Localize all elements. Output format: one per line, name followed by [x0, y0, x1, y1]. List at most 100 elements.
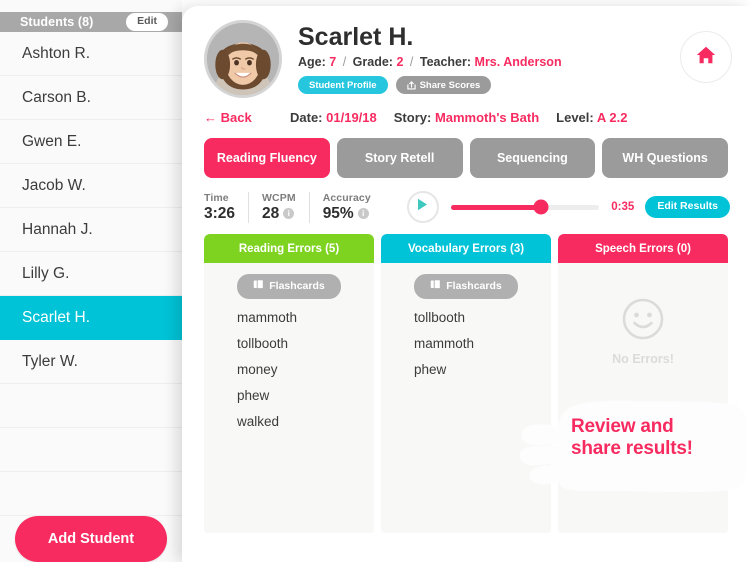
stats-and-player-row: Time 3:26 WCPM 28 i Accuracy 95% i 0:35 Edit Re…: [182, 178, 750, 223]
error-word[interactable]: mammoth: [414, 336, 551, 351]
home-button[interactable]: [680, 31, 732, 83]
error-word[interactable]: phew: [237, 388, 374, 403]
edit-students-button[interactable]: Edit: [126, 13, 168, 31]
add-student-button[interactable]: Add Student: [15, 516, 167, 562]
student-profile-label: Student Profile: [309, 79, 377, 91]
cards-icon: [430, 279, 441, 293]
student-meta: Age: 7 / Grade: 2 / Teacher: Mrs. Anders…: [298, 55, 730, 69]
date-label: Date:: [290, 110, 323, 125]
stat-value: 3:26: [204, 204, 236, 222]
stat-value-wrap: 95% i: [323, 205, 371, 223]
level-label: Level:: [556, 110, 594, 125]
student-list-item[interactable]: Ashton R.: [0, 32, 182, 76]
smiley-icon: [621, 297, 665, 346]
callout-text: Review and share results!: [571, 416, 747, 460]
student-list-item[interactable]: Lilly G.: [0, 252, 182, 296]
play-icon: [417, 198, 428, 216]
info-icon[interactable]: i: [283, 208, 295, 219]
seek-knob[interactable]: [533, 199, 549, 215]
error-column-header: Speech Errors (0): [558, 234, 728, 263]
callout-line-2: share results!: [571, 438, 693, 460]
no-errors-state: No Errors!: [612, 297, 674, 366]
grade-label: Grade:: [352, 55, 393, 70]
error-word[interactable]: tollbooth: [237, 336, 374, 351]
stat-group: Time 3:26 WCPM 28 i Accuracy 95% i: [204, 191, 397, 223]
edit-results-button[interactable]: Edit Results: [645, 196, 730, 218]
tab-story-retell[interactable]: Story Retell: [336, 138, 463, 178]
page-title: Scarlet H.: [298, 23, 414, 51]
student-profile-button[interactable]: Student Profile: [298, 76, 388, 95]
error-word[interactable]: walked: [237, 414, 374, 429]
error-word-list: tollbooth mammoth phew: [381, 310, 551, 388]
sidebar-header-title: Students (8): [20, 14, 94, 29]
stat-value: 28: [262, 204, 280, 222]
play-button[interactable]: [406, 191, 439, 223]
teacher-label: Teacher:: [419, 55, 472, 70]
time-remaining: 0:35: [611, 201, 635, 213]
story-label: Story:: [393, 110, 432, 125]
student-summary: Scarlet H. Age: 7 / Grade: 2 / Teacher: …: [298, 20, 730, 95]
flashcards-button[interactable]: Flashcards: [237, 274, 341, 299]
panel-header: Scarlet H. Age: 7 / Grade: 2 / Teacher: …: [182, 6, 750, 98]
info-icon[interactable]: i: [357, 208, 369, 219]
student-list-item[interactable]: Jacob W.: [0, 164, 182, 208]
meta-sep-1: /: [342, 55, 347, 70]
stat-value-wrap: 28 i: [262, 205, 296, 223]
teacher-value: Mrs. Anderson: [474, 55, 562, 70]
grade-value: 2: [396, 55, 404, 70]
story-value: Mammoth's Bath: [434, 110, 540, 125]
home-icon: [695, 44, 717, 71]
error-column-header: Reading Errors (5): [204, 234, 374, 263]
error-word[interactable]: tollbooth: [414, 310, 551, 325]
student-list-empty-row: [0, 384, 182, 428]
age-value: 7: [329, 55, 337, 70]
tab-sequencing[interactable]: Sequencing: [469, 138, 596, 178]
error-word-list: mammoth tollbooth money phew walked: [204, 310, 374, 440]
back-button[interactable]: ← Back: [204, 110, 290, 125]
date-field: Date: 01/19/18: [290, 110, 377, 125]
flashcards-label: Flashcards: [269, 279, 325, 292]
student-avatar: [204, 20, 282, 98]
stat-label: Accuracy: [322, 191, 371, 204]
assessment-tabs: Reading Fluency Story Retell Sequencing WH …: [182, 125, 750, 178]
stat-accuracy: Accuracy 95% i: [323, 192, 384, 223]
share-icon: [406, 81, 416, 90]
student-list-item[interactable]: Gwen E.: [0, 120, 182, 164]
error-word[interactable]: money: [237, 362, 374, 377]
student-list: Ashton R. Carson B. Gwen E. Jacob W. Hannah …: [0, 32, 182, 516]
date-value: 01/19/18: [326, 110, 377, 125]
student-list-empty-row: [0, 472, 182, 516]
age-label: Age:: [298, 55, 326, 70]
student-list-item[interactable]: Scarlet H.: [0, 296, 182, 340]
seek-fill: [450, 204, 542, 210]
level-field: Level: A 2.2: [556, 110, 627, 125]
student-list-item[interactable]: Hannah J.: [0, 208, 182, 252]
level-value: A 2.2: [596, 110, 628, 125]
meta-sep-2: /: [409, 55, 414, 70]
share-scores-button[interactable]: Share Scores: [395, 76, 492, 95]
sidebar-header: Students (8) Edit: [0, 11, 182, 32]
sidebar-footer: Add Student: [0, 516, 182, 562]
students-sidebar: Students (8) Edit Ashton R. Carson B. Gwen…: [0, 0, 182, 562]
stat-time: Time 3:26: [204, 191, 250, 223]
stat-wcpm: WCPM 28 i: [262, 191, 310, 223]
error-word[interactable]: mammoth: [237, 310, 374, 325]
flashcards-label: Flashcards: [446, 279, 502, 292]
stat-value-wrap: 3:26: [204, 205, 235, 223]
stat-label: WCPM: [262, 191, 296, 204]
callout-line-1: Review and: [571, 416, 674, 437]
error-column-body: Flashcards mammoth tollbooth money phew walke…: [204, 263, 374, 533]
cards-icon: [253, 279, 264, 293]
student-list-item[interactable]: Carson B.: [0, 76, 182, 120]
sidebar-top-spacer: [0, 0, 182, 12]
error-column-header: Vocabulary Errors (3): [381, 234, 551, 263]
stat-label: Time: [204, 191, 229, 204]
tab-reading-fluency[interactable]: Reading Fluency: [204, 138, 330, 178]
audio-seek-slider[interactable]: [450, 199, 600, 215]
tab-wh-questions[interactable]: WH Questions: [602, 138, 728, 178]
stat-value: 95%: [322, 204, 354, 222]
error-word[interactable]: phew: [414, 362, 551, 377]
app-root: Students (8) Edit Ashton R. Carson B. Gwen…: [0, 0, 750, 562]
flashcards-button[interactable]: Flashcards: [414, 274, 518, 299]
student-list-item[interactable]: Tyler W.: [0, 340, 182, 384]
